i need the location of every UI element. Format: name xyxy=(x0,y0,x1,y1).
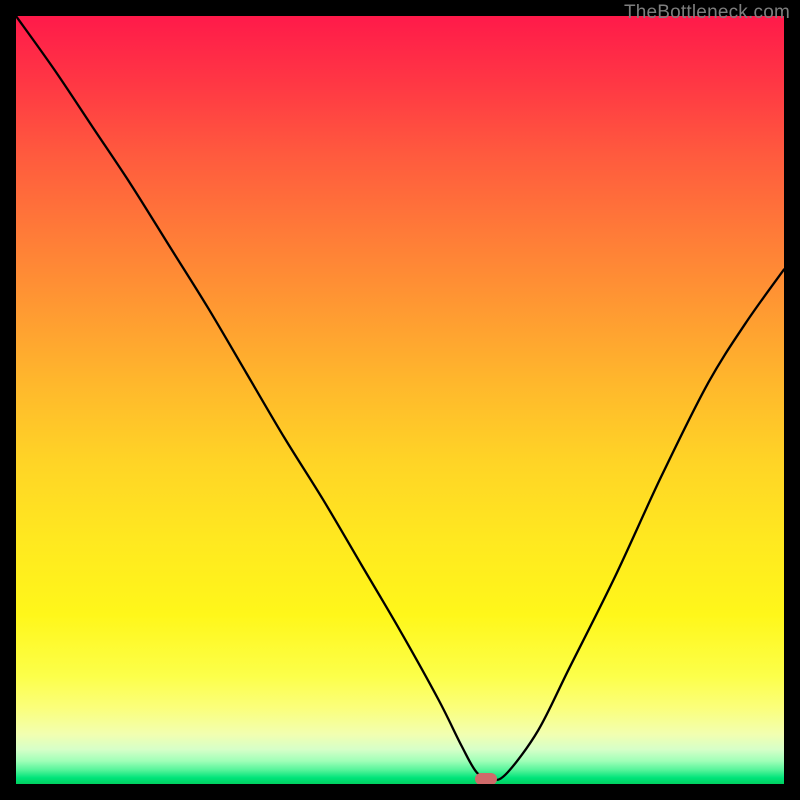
curve-svg xyxy=(16,16,784,784)
chart-frame: TheBottleneck.com xyxy=(0,0,800,800)
plot-area xyxy=(16,16,784,784)
watermark-text: TheBottleneck.com xyxy=(624,2,790,24)
bottleneck-curve xyxy=(16,16,784,780)
minimum-marker xyxy=(475,773,497,784)
